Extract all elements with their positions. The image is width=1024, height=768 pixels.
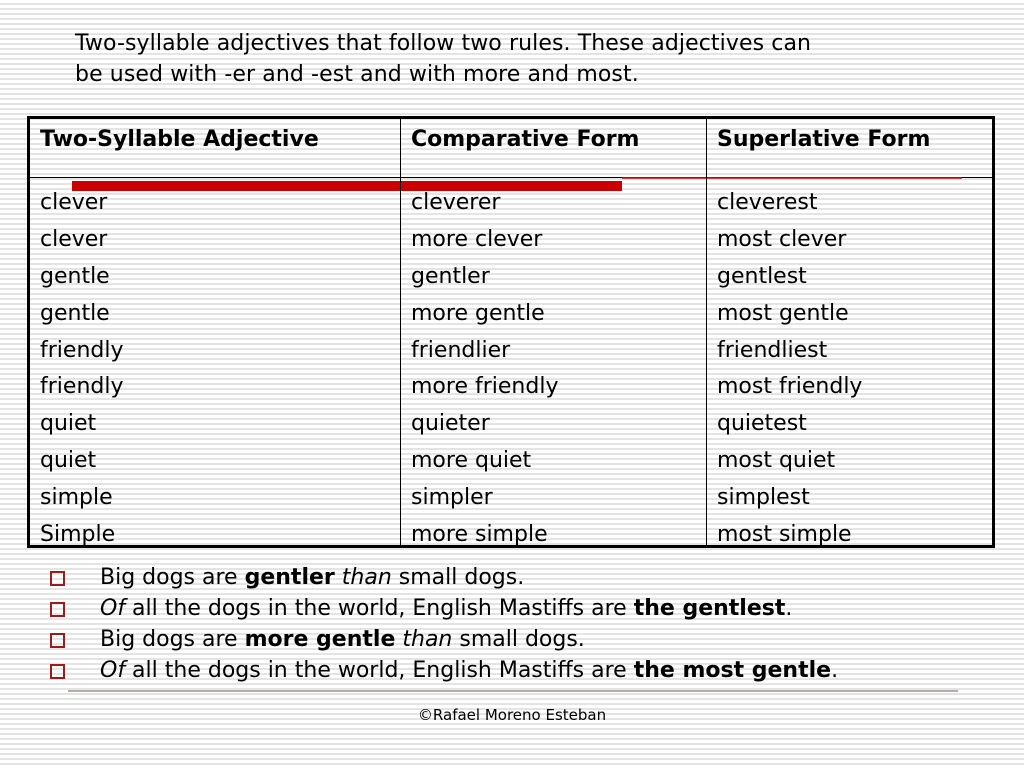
column-divider (706, 119, 707, 545)
emphasis-italic: Of (100, 658, 126, 683)
emphasis-bold: the most gentle (633, 658, 832, 683)
footer-divider (68, 690, 958, 692)
column-divider (400, 119, 401, 545)
intro-line-2: be used with -er and -est and with more … (75, 62, 639, 87)
emphasis-italic: than (341, 565, 392, 590)
table-cell: most gentle (717, 300, 849, 326)
table-cell: simplest (717, 485, 810, 511)
text-segment: small dogs. (452, 627, 585, 652)
text-segment: Big dogs are (100, 565, 245, 590)
table-cell: cleverer (411, 190, 501, 215)
table-cell: clever (40, 226, 108, 252)
column-comparative: cleverer more clever gentler more gentle fri… (411, 185, 558, 554)
table-cell: simple (40, 485, 113, 511)
table-cell: friendliest (717, 337, 828, 363)
text-segment: all the dogs in the world, English Masti… (125, 658, 634, 683)
red-accent-line (622, 177, 962, 179)
table-cell: gentler (411, 263, 490, 289)
table-cell: friendly (40, 374, 124, 400)
table-cell: quiet (40, 411, 97, 437)
table-cell: most quiet (717, 448, 836, 474)
table-cell: friendlier (411, 337, 511, 363)
header-adjective: Two-Syllable Adjective (40, 127, 319, 152)
sentence-text: Of all the dogs in the world, English Ma… (100, 655, 838, 686)
square-bullet-icon (50, 633, 65, 648)
square-bullet-icon (50, 664, 65, 679)
table-cell: cleverest (717, 190, 818, 215)
table-cell: more quiet (411, 448, 532, 474)
square-bullet-icon (50, 571, 65, 586)
list-item: Big dogs are more gentle than small dogs… (48, 624, 978, 655)
table-cell: more clever (411, 226, 543, 252)
text-segment: . (831, 658, 839, 683)
emphasis-bold: gentler (244, 565, 335, 590)
table-cell: quieter (411, 411, 490, 437)
emphasis-bold: more gentle (244, 627, 396, 652)
table-cell: quiet (40, 448, 97, 474)
table-cell: most simple (717, 522, 852, 548)
column-adjective: clever clever gentle gentle friendly friendly… (40, 185, 123, 554)
sentence-text: Of all the dogs in the world, English Ma… (100, 593, 792, 624)
emphasis-italic: than (402, 627, 453, 652)
adjective-table: Two-Syllable Adjective Comparative Form … (27, 116, 995, 548)
intro-line-1: Two-syllable adjectives that follow two … (75, 31, 812, 56)
text-segment: . (785, 596, 793, 621)
copyright-footer: ©Rafael Moreno Esteban (417, 706, 607, 724)
sentence-text: Big dogs are more gentle than small dogs… (100, 624, 585, 655)
header-comparative: Comparative Form (411, 127, 640, 152)
text-segment: all the dogs in the world, English Masti… (125, 596, 634, 621)
list-item: Of all the dogs in the world, English Ma… (48, 655, 978, 686)
list-item: Of all the dogs in the world, English Ma… (48, 593, 978, 624)
emphasis-italic: Of (100, 596, 126, 621)
table-cell: most clever (717, 226, 847, 252)
table-cell: Simple (40, 522, 116, 548)
table-cell: most friendly (717, 374, 863, 400)
table-cell: more friendly (411, 374, 559, 400)
table-cell: more gentle (411, 300, 545, 326)
table-cell: quietest (717, 411, 807, 437)
text-segment: small dogs. (391, 565, 525, 590)
sentence-text: Big dogs are gentler than small dogs. (100, 562, 524, 593)
example-sentences: Big dogs are gentler than small dogs. Of … (48, 562, 978, 686)
table-cell: clever (40, 190, 108, 215)
text-segment: Big dogs are (100, 627, 245, 652)
square-bullet-icon (50, 602, 65, 617)
table-cell: simpler (411, 485, 493, 511)
list-item: Big dogs are gentler than small dogs. (48, 562, 978, 593)
table-cell: gentle (40, 300, 110, 326)
table-cell: gentlest (717, 263, 807, 289)
header-superlative: Superlative Form (717, 127, 931, 152)
intro-text: Two-syllable adjectives that follow two … (75, 28, 975, 90)
table-cell: gentle (40, 263, 110, 289)
table-cell: friendly (40, 337, 124, 363)
text-segment (335, 565, 342, 590)
emphasis-bold: the gentlest (633, 596, 786, 621)
table-cell: more simple (411, 522, 548, 548)
column-superlative: cleverest most clever gentlest most gentle f… (717, 185, 862, 554)
